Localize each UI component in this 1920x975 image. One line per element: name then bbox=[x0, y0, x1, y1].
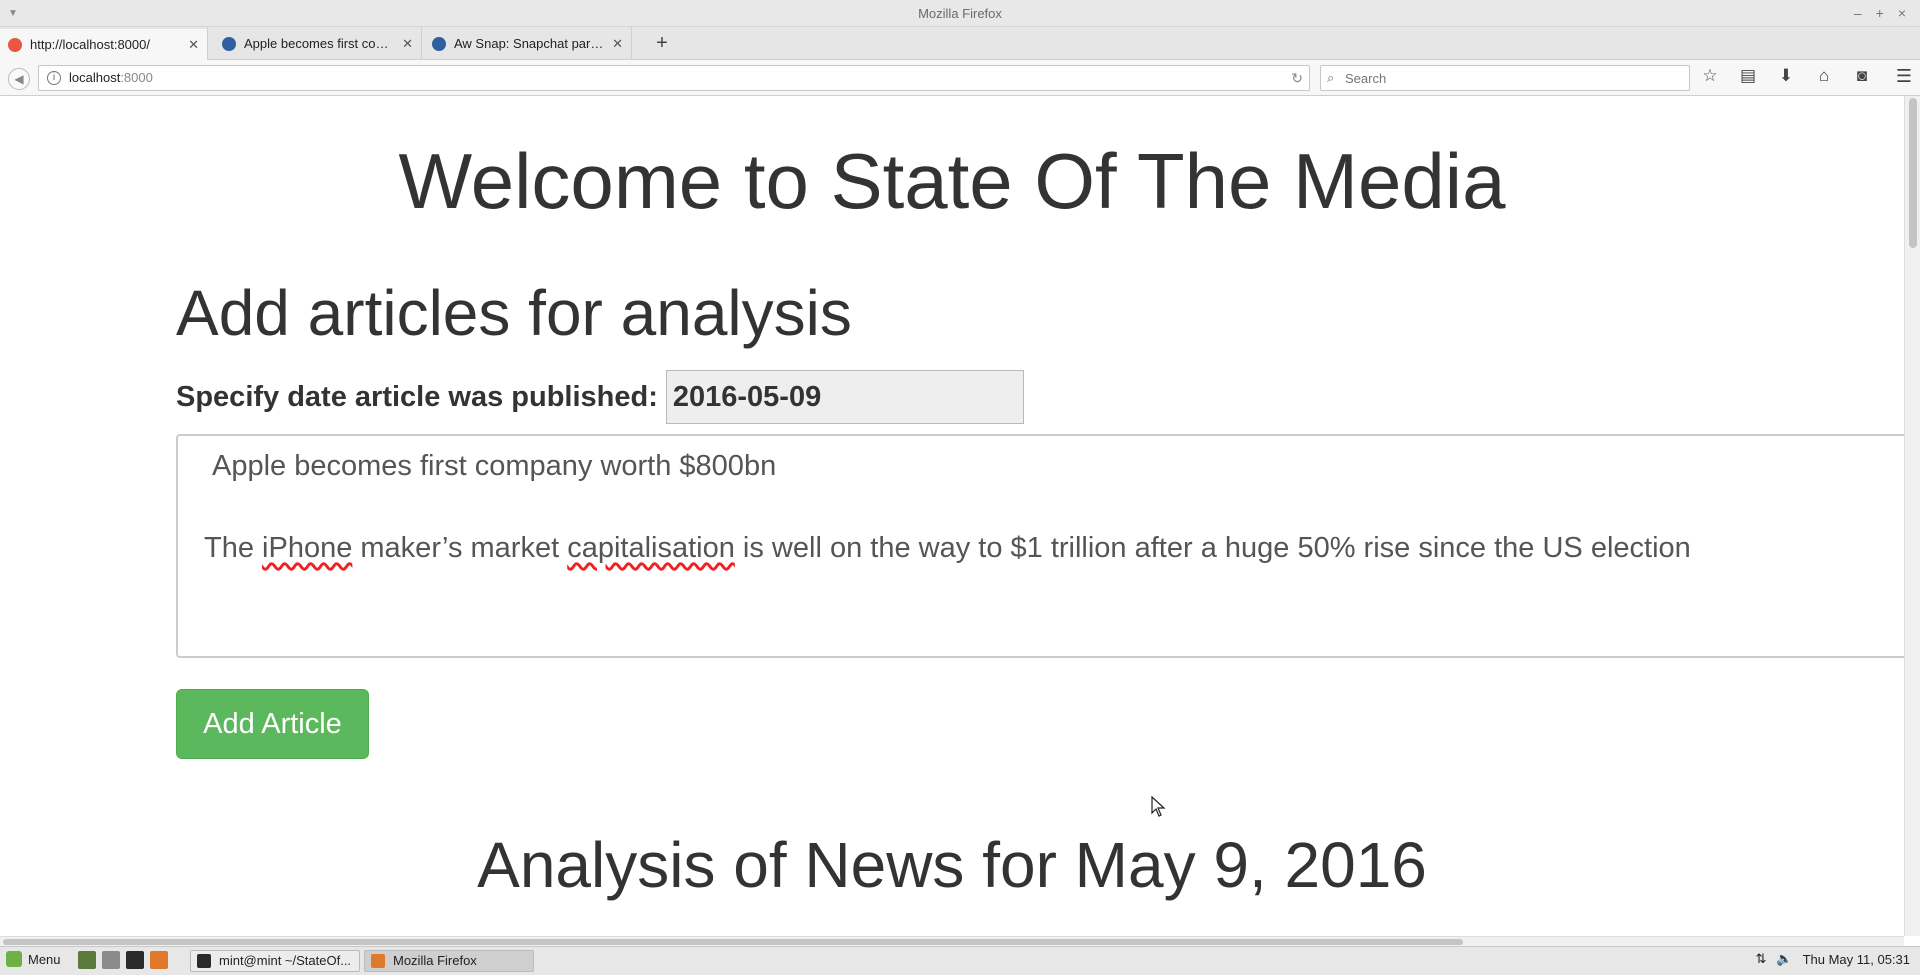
info-icon[interactable]: i bbox=[47, 71, 61, 85]
task-firefox[interactable]: Mozilla Firefox bbox=[364, 950, 534, 972]
date-input[interactable] bbox=[665, 370, 1024, 424]
network-icon[interactable]: ⇅ bbox=[1755, 951, 1766, 967]
tab-strip: http://localhost:8000/ ✕ Apple becomes f… bbox=[0, 27, 1920, 60]
mouse-cursor-icon bbox=[1151, 796, 1166, 817]
back-button[interactable]: ◀ bbox=[8, 68, 30, 90]
article-body-text: The bbox=[204, 532, 263, 564]
tab-localhost[interactable]: http://localhost:8000/ ✕ bbox=[0, 27, 208, 60]
tab-close-icon[interactable]: ✕ bbox=[402, 36, 413, 52]
download-icon[interactable]: ⬇ bbox=[1776, 66, 1796, 86]
date-row: Specify date article was published: bbox=[176, 370, 1024, 424]
favicon-icon bbox=[8, 37, 22, 52]
window-menu-icon[interactable]: ▼ bbox=[8, 0, 18, 27]
tab-snapchat-article[interactable]: Aw Snap: Snapchat paren... ✕ bbox=[424, 27, 632, 60]
add-article-button[interactable]: Add Article bbox=[176, 689, 369, 759]
url-host: localhost bbox=[69, 70, 121, 85]
mint-logo-icon bbox=[6, 951, 22, 967]
window-controls: – + × bbox=[1854, 0, 1906, 27]
url-port: :8000 bbox=[120, 70, 153, 85]
tab-apple-article[interactable]: Apple becomes first com... ✕ bbox=[214, 27, 422, 60]
analysis-heading: Analysis of News for May 9, 2016 bbox=[477, 829, 1427, 901]
toolbar-icons: ☆ ▤ ⬇ ⌂ ◙ bbox=[1700, 66, 1872, 86]
file-manager-icon[interactable] bbox=[102, 951, 120, 969]
article-headline: Apple becomes first company worth $800bn bbox=[212, 450, 777, 482]
menu-label: Menu bbox=[28, 951, 61, 967]
minimize-button[interactable]: – bbox=[1854, 0, 1862, 27]
star-icon[interactable]: ☆ bbox=[1700, 66, 1720, 86]
home-icon[interactable]: ⌂ bbox=[1814, 66, 1834, 86]
search-bar[interactable]: ⌕ bbox=[1320, 65, 1690, 91]
tab-close-icon[interactable]: ✕ bbox=[188, 37, 199, 53]
url-bar[interactable]: i localhost:8000 ↻ bbox=[38, 65, 1310, 91]
add-articles-heading: Add articles for analysis bbox=[176, 277, 852, 349]
terminal-icon[interactable] bbox=[126, 951, 144, 969]
firefox-icon[interactable] bbox=[150, 951, 168, 969]
tab-label: Apple becomes first com... bbox=[244, 36, 397, 51]
reload-icon[interactable]: ↻ bbox=[1291, 66, 1303, 90]
quick-launch bbox=[78, 951, 168, 969]
search-input[interactable] bbox=[1321, 66, 1689, 90]
favicon-icon bbox=[222, 36, 236, 51]
start-menu-button[interactable]: Menu bbox=[6, 951, 61, 967]
date-label: Specify date article was published: bbox=[176, 380, 658, 413]
window-title: Mozilla Firefox bbox=[918, 6, 1002, 21]
vertical-scrollbar[interactable] bbox=[1904, 96, 1920, 936]
tab-close-icon[interactable]: ✕ bbox=[612, 36, 623, 52]
task-terminal[interactable]: mint@mint ~/StateOf... bbox=[190, 950, 360, 972]
tab-label: Aw Snap: Snapchat paren... bbox=[454, 36, 607, 51]
show-desktop-icon[interactable] bbox=[78, 951, 96, 969]
menu-icon[interactable]: ☰ bbox=[1896, 66, 1912, 87]
reading-list-icon[interactable]: ▤ bbox=[1738, 66, 1758, 86]
system-tray: ⇅ 🔈 Thu May 11, 05:31 bbox=[1755, 951, 1910, 967]
article-body-text: is well on the way to $1 trillion after … bbox=[734, 532, 1691, 564]
maximize-button[interactable]: + bbox=[1876, 0, 1884, 27]
pocket-icon[interactable]: ◙ bbox=[1852, 66, 1872, 86]
page-content: Welcome to State Of The Media Add articl… bbox=[0, 96, 1904, 936]
task-label: mint@mint ~/StateOf... bbox=[219, 953, 352, 968]
scroll-thumb[interactable] bbox=[1909, 98, 1917, 248]
window-titlebar: ▼ Mozilla Firefox – + × bbox=[0, 0, 1920, 27]
taskbar: Menu mint@mint ~/StateOf... Mozilla Fire… bbox=[0, 946, 1920, 975]
article-body: The iPhone maker’s market capitalisation… bbox=[204, 532, 1691, 565]
spellcheck-word: capitalisation bbox=[567, 532, 735, 564]
firefox-icon bbox=[371, 954, 385, 968]
close-window-button[interactable]: × bbox=[1898, 0, 1906, 27]
spellcheck-word: iPhone bbox=[262, 532, 353, 564]
tab-label: http://localhost:8000/ bbox=[30, 37, 150, 52]
volume-icon[interactable]: 🔈 bbox=[1776, 951, 1792, 967]
clock[interactable]: Thu May 11, 05:31 bbox=[1803, 952, 1910, 967]
article-textarea[interactable]: Apple becomes first company worth $800bn… bbox=[176, 434, 1904, 658]
new-tab-button[interactable]: + bbox=[650, 27, 674, 60]
terminal-icon bbox=[197, 954, 211, 968]
navigation-bar: ◀ i localhost:8000 ↻ ⌕ ☆ ▤ ⬇ ⌂ ◙ ☰ bbox=[0, 60, 1920, 96]
search-icon: ⌕ bbox=[1327, 70, 1335, 85]
page-title: Welcome to State Of The Media bbox=[398, 137, 1506, 225]
task-label: Mozilla Firefox bbox=[393, 953, 477, 968]
favicon-icon bbox=[432, 36, 446, 51]
article-body-text: maker’s market bbox=[352, 532, 568, 564]
horizontal-scrollbar[interactable] bbox=[0, 936, 1904, 946]
scroll-thumb[interactable] bbox=[3, 939, 1463, 945]
